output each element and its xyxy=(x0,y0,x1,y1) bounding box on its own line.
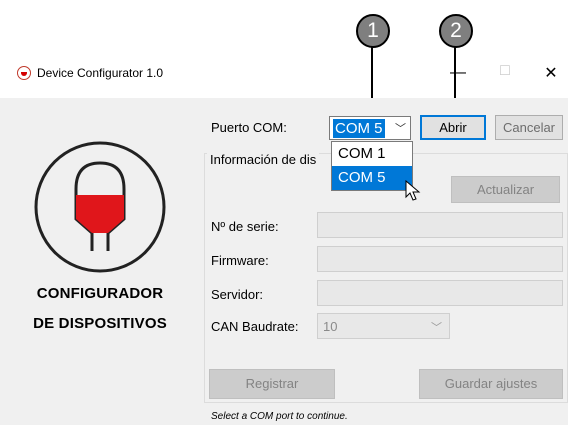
device-logo-icon xyxy=(34,141,166,273)
cancel-button[interactable]: Cancelar xyxy=(495,115,563,140)
can-baudrate-label: CAN Baudrate: xyxy=(211,319,299,334)
firmware-label: Firmware: xyxy=(211,253,269,268)
minimize-button[interactable]: — xyxy=(448,64,468,84)
server-label: Servidor: xyxy=(211,287,264,302)
callout-marker-2: 2 xyxy=(439,14,473,48)
serial-number-label: Nº de serie: xyxy=(211,219,279,234)
refresh-button[interactable]: Actualizar xyxy=(451,176,560,203)
open-button[interactable]: Abrir xyxy=(420,115,486,140)
com-port-option-highlighted[interactable]: COM 5 xyxy=(332,166,412,190)
firmware-field[interactable] xyxy=(317,246,563,272)
com-port-selected-value: COM 5 xyxy=(333,119,385,138)
logo-text-line1: CONFIGURADOR xyxy=(36,285,164,302)
window-title: Device Configurator 1.0 xyxy=(37,66,164,80)
can-baudrate-value: 10 xyxy=(323,319,338,334)
com-port-label: Puerto COM: xyxy=(211,120,287,135)
minimize-icon: — xyxy=(450,64,466,81)
save-settings-button[interactable]: Guardar ajustes xyxy=(419,369,563,399)
device-info-group-title: Información de dis xyxy=(207,152,320,167)
callout-marker-1: 1 xyxy=(356,14,390,48)
mouse-cursor-icon xyxy=(405,180,421,201)
com-port-option[interactable]: COM 1 xyxy=(332,142,412,166)
close-button[interactable]: ✕ xyxy=(540,63,562,85)
chevron-down-icon: ﹀ xyxy=(431,322,442,334)
server-field[interactable] xyxy=(317,280,563,306)
maximize-icon: □ xyxy=(500,62,510,79)
com-port-select[interactable]: COM 5 ﹀ xyxy=(329,116,411,140)
maximize-button[interactable]: □ xyxy=(494,62,516,84)
app-icon xyxy=(17,66,31,80)
serial-number-field[interactable] xyxy=(317,212,563,238)
com-port-dropdown: COM 1 COM 5 xyxy=(331,141,413,191)
can-baudrate-select[interactable]: 10 ﹀ xyxy=(317,313,450,339)
chevron-down-icon: ﹀ xyxy=(395,123,406,135)
close-icon: ✕ xyxy=(544,65,558,82)
status-bar-text: Select a COM port to continue. xyxy=(211,411,348,422)
register-button[interactable]: Registrar xyxy=(209,369,335,399)
logo-text-line2: DE DISPOSITIVOS xyxy=(33,315,167,332)
